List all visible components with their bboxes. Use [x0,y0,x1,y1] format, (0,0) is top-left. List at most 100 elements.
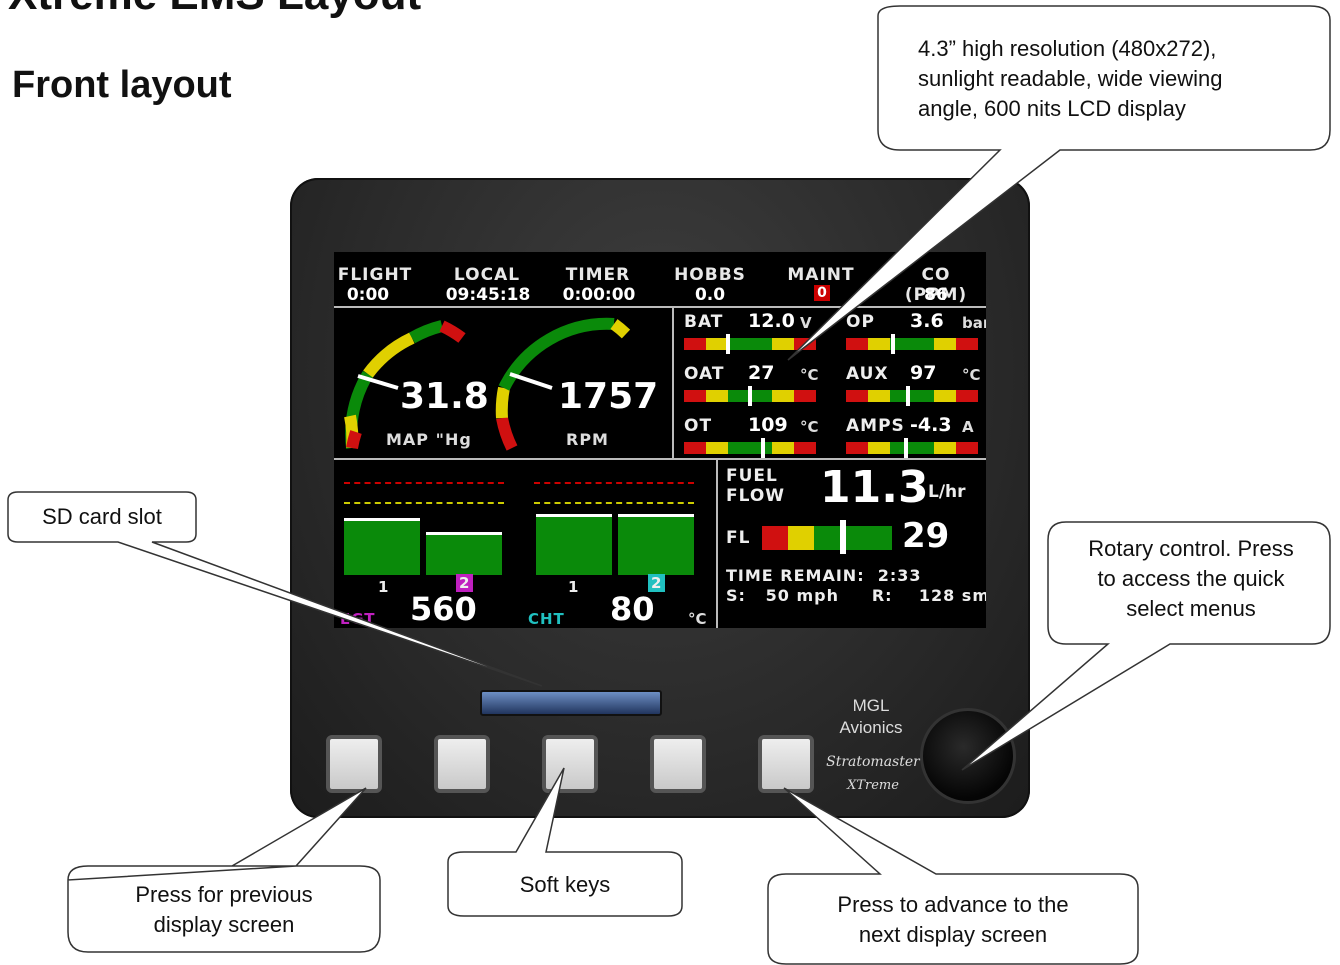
model-xtreme: XTreme [847,778,899,793]
indicator-amps-bar [846,442,978,454]
egt-value: 560 [410,590,477,628]
indicator-amps-label: AMPS [846,416,905,436]
indicator-aux-unit: °C [962,366,981,384]
cht-label: CHT [528,610,565,628]
rpm-value: 1757 [558,376,659,417]
advance-callout-line-2: next display screen [858,922,1048,947]
fuel-flow-label-2: FLOW [726,486,786,506]
header-value-flight: 0:00 [346,285,390,305]
rpm-needle [509,372,553,390]
cht-unit: °C [688,610,707,628]
indicator-ot-unit: °C [800,418,819,436]
egt-cyl-1: 1 [378,578,390,596]
previous-callout-text: Press for previous display screen [70,880,378,940]
speed-range: S: 50 mph R: 128 sm [726,586,986,605]
section-title: Front layout [12,64,232,106]
fuel-flow-label-1: FUEL [726,466,778,486]
indicator-oat-unit: °C [800,366,819,384]
indicator-bat-unit: V [800,314,812,332]
header-label-flight: FLIGHT [337,265,413,285]
indicator-amps-unit: A [962,418,974,436]
display-callout-text: 4.3” high resolution (480x272), sunlight… [918,34,1318,124]
fuel-flow-unit: L/hr [928,482,966,502]
mid-divider [334,458,986,460]
sd-card-slot[interactable] [480,690,662,716]
advance-callout-line-1: Press to advance to the [837,892,1069,917]
time-remain: TIME REMAIN: 2:33 [726,566,922,585]
brand-mgl: MGL [852,696,890,715]
sd-callout-text: SD card slot [42,504,162,529]
header-value-maint: 0 [814,285,830,301]
indicator-op-label: OP [846,312,875,332]
cht-yellowline [534,502,694,504]
rotary-callout-text: Rotary control. Press to access the quic… [1054,534,1328,624]
rotary-knob[interactable] [920,708,1016,804]
display-callout-line-3: angle, 600 nits LCD display [918,96,1186,121]
egt-bar-1 [344,518,420,575]
brand-avionics: Avionics [839,718,903,737]
indicator-amps-value: -4.3 [910,414,952,436]
fuel-level-value: 29 [902,516,950,556]
indicator-ot-value: 109 [748,414,788,436]
page-title: Xtreme EMS Layout [8,0,421,20]
header-label-hobbs: HOBBS [674,265,746,285]
header-label-maint: MAINT [787,265,855,285]
indicator-amps-pointer [904,438,908,458]
indicator-ot-bar [684,442,816,454]
indicator-aux-label: AUX [846,364,889,384]
fuel-level-label: FL [726,528,751,548]
header-value-timer: 0:00:00 [562,285,636,305]
fuel-divider [716,458,718,628]
map-value: 31.8 [400,376,489,417]
softkey-4[interactable] [650,735,706,793]
fuel-flow-value: 11.3 [820,462,929,513]
cht-value: 80 [610,590,655,628]
gauge-divider [672,306,674,458]
rpm-label: RPM [566,430,609,449]
lcd-screen: FLIGHT 0:00 LOCAL 09:45:18 TIMER 0:00:00… [334,252,986,628]
egt-label: EGT [340,610,376,628]
softkey-5[interactable] [758,735,814,793]
softkey-3[interactable] [542,735,598,793]
indicator-oat-pointer [748,386,752,406]
rotary-callout-line-2: to access the quick [1097,566,1285,591]
advance-callout-text: Press to advance to the next display scr… [770,890,1136,950]
header-value-hobbs: 0.0 [694,285,726,305]
indicator-op-bar [846,338,978,350]
indicator-bat-bar [684,338,816,350]
cht-bar-2 [618,514,694,575]
indicator-op-value: 3.6 [910,310,944,332]
indicator-aux-bar [846,390,978,402]
egt-bar-2 [426,532,502,575]
fuel-level-pointer [840,520,846,554]
model-stratomaster: Stratomaster [826,754,920,770]
softkey-1[interactable] [326,735,382,793]
indicator-oat-value: 27 [748,362,775,384]
display-callout-line-2: sunlight readable, wide viewing [918,66,1223,91]
indicator-oat-label: OAT [684,364,725,384]
rotary-callout-line-1: Rotary control. Press [1088,536,1294,561]
rotary-callout-line-3: select menus [1126,596,1256,621]
indicator-aux-value: 97 [910,362,937,384]
egt-yellowline [344,502,504,504]
cht-cyl-1: 1 [568,578,580,596]
indicator-bat-value: 12.0 [748,310,795,332]
indicator-ot-pointer [761,438,765,458]
cht-redline [534,482,694,484]
indicator-ot-label: OT [684,416,713,436]
header-label-local: LOCAL [453,265,521,285]
softkeys-callout-text: Soft keys [519,872,611,897]
cht-bar-1 [536,514,612,575]
egt-redline [344,482,504,484]
header-value-co: 86 [924,285,948,305]
indicator-op-pointer [891,334,895,354]
header-label-timer: TIMER [565,265,631,285]
indicator-bat-pointer [726,334,730,354]
indicator-op-unit: bar [962,314,986,332]
previous-callout-line-1: Press for previous [135,882,313,907]
softkey-2[interactable] [434,735,490,793]
map-label: MAP "Hg [386,430,472,449]
previous-callout-line-2: display screen [153,912,295,937]
indicator-bat-label: BAT [684,312,724,332]
indicator-aux-pointer [906,386,910,406]
